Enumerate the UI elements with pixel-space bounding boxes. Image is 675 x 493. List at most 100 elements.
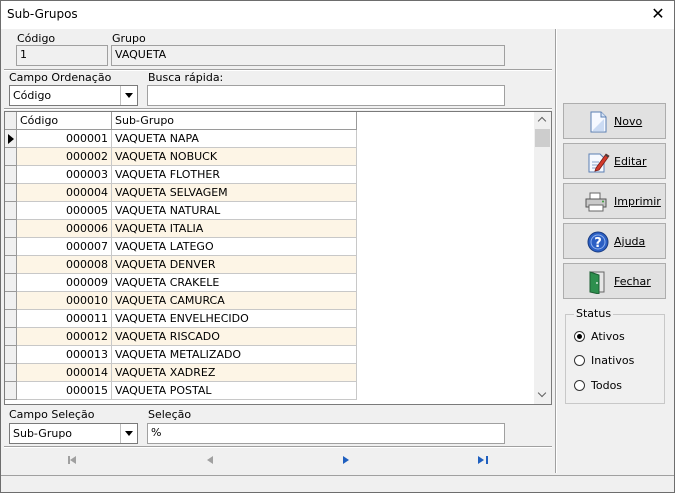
row-indicator[interactable] [5,238,17,256]
selecao-label: Seleção [148,408,192,421]
cell-codigo[interactable]: 000008 [17,256,112,274]
chevron-down-icon[interactable] [120,86,137,105]
cell-sub-grupo[interactable]: VAQUETA ITALIA [112,220,357,238]
row-indicator[interactable] [5,148,17,166]
grupo-label: Grupo [112,32,146,45]
sub-grupos-grid[interactable]: Código Sub-Grupo 000001 VAQUETA NAPA 00000… [4,111,552,405]
row-indicator[interactable] [5,166,17,184]
novo-button[interactable]: Novo [563,103,666,139]
current-row-indicator-icon[interactable] [5,130,17,148]
previous-record-button[interactable] [200,451,220,471]
next-record-button[interactable] [336,451,356,471]
cell-codigo[interactable]: 000007 [17,238,112,256]
table-row[interactable]: 000013 VAQUETA METALIZADO [5,346,357,364]
table-row[interactable]: 000009 VAQUETA CRAKELE [5,274,357,292]
table-row[interactable]: 000001 VAQUETA NAPA [5,130,357,148]
cell-codigo[interactable]: 000006 [17,220,112,238]
table-row[interactable]: 000008 VAQUETA DENVER [5,256,357,274]
grid-indicator-header [5,112,17,130]
table-row[interactable]: 000005 VAQUETA NATURAL [5,202,357,220]
cell-sub-grupo[interactable]: VAQUETA CRAKELE [112,274,357,292]
cell-sub-grupo[interactable]: VAQUETA METALIZADO [112,346,357,364]
status-todos-label[interactable]: Todos [591,379,622,392]
cell-codigo[interactable]: 000012 [17,328,112,346]
campo-ordenacao-label: Campo Ordenação [9,71,112,84]
exit-door-icon [589,271,605,294]
cell-codigo[interactable]: 000015 [17,382,112,400]
cell-codigo[interactable]: 000003 [17,166,112,184]
ajuda-button[interactable]: ? Ajuda [563,223,666,259]
table-row[interactable]: 000006 VAQUETA ITALIA [5,220,357,238]
campo-selecao-label: Campo Seleção [9,408,95,421]
scroll-down-icon[interactable] [534,387,551,404]
cell-codigo[interactable]: 000013 [17,346,112,364]
cell-sub-grupo[interactable]: VAQUETA LATEGO [112,238,357,256]
editar-button[interactable]: Editar [563,143,666,179]
close-icon[interactable]: ✕ [642,1,674,29]
vertical-separator [555,29,557,473]
column-header-codigo[interactable]: Código [17,112,112,130]
status-inativos-radio[interactable] [574,355,585,366]
status-inativos-label[interactable]: Inativos [591,354,634,367]
campo-selecao-select[interactable]: Sub-Grupo [9,423,138,444]
row-indicator[interactable] [5,364,17,382]
cell-sub-grupo[interactable]: VAQUETA DENVER [112,256,357,274]
cell-codigo[interactable]: 000004 [17,184,112,202]
cell-sub-grupo[interactable]: VAQUETA CAMURCA [112,292,357,310]
table-row[interactable]: 000007 VAQUETA LATEGO [5,238,357,256]
cell-sub-grupo[interactable]: VAQUETA POSTAL [112,382,357,400]
cell-codigo[interactable]: 000002 [17,148,112,166]
row-indicator[interactable] [5,274,17,292]
cell-codigo[interactable]: 000005 [17,202,112,220]
scroll-up-icon[interactable] [534,112,551,129]
column-header-sub-grupo[interactable]: Sub-Grupo [112,112,357,130]
edit-document-icon [588,153,610,173]
row-indicator[interactable] [5,292,17,310]
campo-ordenacao-select[interactable]: Código [9,85,138,106]
cell-sub-grupo[interactable]: VAQUETA NOBUCK [112,148,357,166]
row-indicator[interactable] [5,328,17,346]
table-row[interactable]: 000014 VAQUETA XADREZ [5,364,357,382]
vertical-scrollbar[interactable] [534,112,551,404]
cell-sub-grupo[interactable]: VAQUETA XADREZ [112,364,357,382]
table-row[interactable]: 000002 VAQUETA NOBUCK [5,148,357,166]
cell-sub-grupo[interactable]: VAQUETA ENVELHECIDO [112,310,357,328]
table-row[interactable]: 000003 VAQUETA FLOTHER [5,166,357,184]
table-row[interactable]: 000010 VAQUETA CAMURCA [5,292,357,310]
row-indicator[interactable] [5,220,17,238]
selecao-input[interactable]: % [147,423,505,444]
last-record-button[interactable] [473,451,493,471]
row-indicator[interactable] [5,202,17,220]
editar-label: Editar [614,155,647,168]
status-ativos-label[interactable]: Ativos [591,330,625,343]
imprimir-button[interactable]: Imprimir [563,183,666,219]
cell-codigo[interactable]: 000014 [17,364,112,382]
row-indicator[interactable] [5,346,17,364]
busca-rapida-input[interactable] [147,85,505,106]
chevron-down-icon[interactable] [120,424,137,443]
cell-sub-grupo[interactable]: VAQUETA SELVAGEM [112,184,357,202]
table-row[interactable]: 000015 VAQUETA POSTAL [5,382,357,400]
cell-codigo[interactable]: 000001 [17,130,112,148]
busca-rapida-label: Busca rápida: [148,71,224,84]
cell-codigo[interactable]: 000010 [17,292,112,310]
row-indicator[interactable] [5,310,17,328]
cell-sub-grupo[interactable]: VAQUETA NAPA [112,130,357,148]
fechar-button[interactable]: Fechar [563,263,666,299]
campo-selecao-value: Sub-Grupo [13,427,73,440]
status-todos-radio[interactable] [574,380,585,391]
row-indicator[interactable] [5,256,17,274]
cell-sub-grupo[interactable]: VAQUETA RISCADO [112,328,357,346]
first-record-button[interactable] [63,451,83,471]
cell-codigo[interactable]: 000011 [17,310,112,328]
table-row[interactable]: 000004 VAQUETA SELVAGEM [5,184,357,202]
cell-codigo[interactable]: 000009 [17,274,112,292]
cell-sub-grupo[interactable]: VAQUETA NATURAL [112,202,357,220]
status-ativos-radio[interactable] [574,331,585,342]
table-row[interactable]: 000011 VAQUETA ENVELHECIDO [5,310,357,328]
row-indicator[interactable] [5,184,17,202]
cell-sub-grupo[interactable]: VAQUETA FLOTHER [112,166,357,184]
table-row[interactable]: 000012 VAQUETA RISCADO [5,328,357,346]
row-indicator[interactable] [5,382,17,400]
scroll-thumb[interactable] [535,129,550,147]
